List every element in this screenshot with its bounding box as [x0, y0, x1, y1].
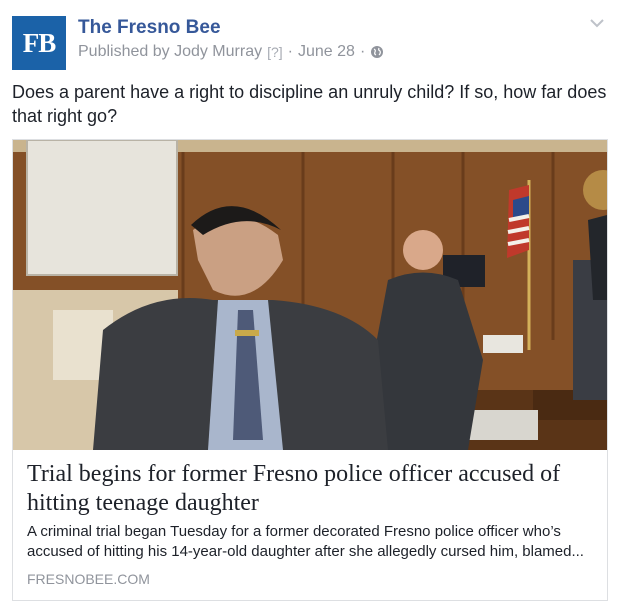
- page-name-link[interactable]: The Fresno Bee: [78, 17, 221, 39]
- post-message: Does a parent have a right to discipline…: [12, 82, 607, 126]
- post-date[interactable]: June 28: [298, 43, 355, 61]
- article-headline[interactable]: Trial begins for former Fresno police of…: [27, 460, 597, 518]
- link-preview-card[interactable]: Trial begins for former Fresno police of…: [12, 139, 608, 601]
- help-mark[interactable]: [?]: [267, 44, 283, 60]
- article-domain: FRESNOBEE.COM: [27, 571, 150, 587]
- avatar-logo-text: FB: [22, 27, 57, 58]
- article-photo[interactable]: [13, 140, 607, 450]
- meta-separator: ·: [287, 43, 293, 60]
- page-avatar[interactable]: FB: [12, 16, 66, 70]
- chevron-down-icon[interactable]: [590, 18, 604, 28]
- globe-icon[interactable]: [370, 45, 384, 59]
- published-by-text[interactable]: Published by Jody Murray: [78, 43, 262, 61]
- article-description: A criminal trial began Tuesday for a for…: [27, 523, 584, 560]
- facebook-post: FB The Fresno Bee Published by Jody Murr…: [0, 0, 620, 613]
- post-meta: Published by Jody Murray [?] · June 28 ·: [78, 43, 384, 61]
- link-body: Trial begins for former Fresno police of…: [13, 450, 607, 600]
- meta-separator: ·: [359, 43, 366, 60]
